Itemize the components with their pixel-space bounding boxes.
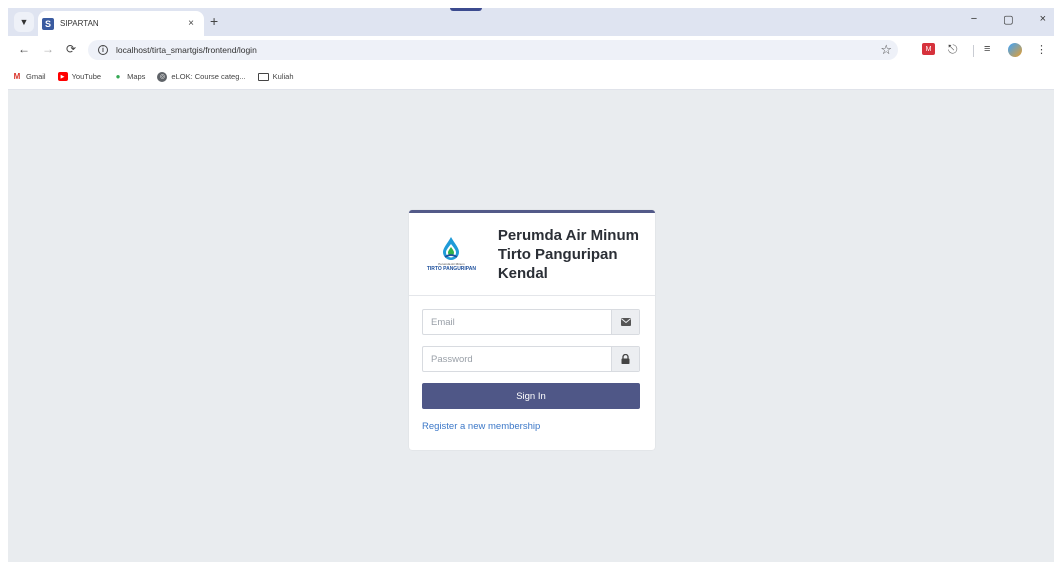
url-text: localhost/tirta_smartgis/frontend/login [116, 45, 257, 55]
company-logo: Perumda Air Minum TIRTO PANGURIPAN [419, 229, 484, 279]
login-card: Perumda Air Minum TIRTO PANGURIPAN Perum… [409, 210, 655, 450]
bookmark-elok[interactable]: ◎ eLOK: Course categ... [157, 71, 246, 82]
bookmark-label: Gmail [26, 72, 46, 81]
tab-search-icon[interactable]: ▼ [14, 12, 34, 32]
browser-toolbar: ← → ⟳ i localhost/tirta_smartgis/fronten… [8, 36, 1054, 64]
extension-icon[interactable]: M [922, 43, 935, 55]
bookmark-maps[interactable]: ● Maps [113, 72, 146, 81]
email-field [422, 309, 640, 335]
browser-window: ▼ S SIPARTAN × + − ▢ × ← → ⟳ i localhost… [8, 8, 1054, 562]
lock-icon [611, 347, 639, 371]
profile-avatar[interactable] [1008, 43, 1022, 57]
reload-icon[interactable]: ⟳ [66, 42, 76, 56]
loading-indicator [450, 8, 482, 11]
envelope-icon [611, 310, 639, 334]
water-drop-icon [443, 237, 460, 260]
tab-strip: ▼ S SIPARTAN × + − ▢ × [8, 8, 1054, 36]
sign-in-button[interactable]: Sign In [422, 383, 640, 409]
extensions-puzzle-icon[interactable]: ⎋ [948, 42, 958, 57]
back-icon[interactable]: ← [18, 42, 30, 56]
close-window-icon[interactable]: × [1040, 13, 1046, 26]
register-link[interactable]: Register a new membership [422, 421, 642, 432]
email-input[interactable] [423, 316, 611, 328]
bookmark-label: Kuliah [272, 72, 294, 81]
password-field [422, 346, 640, 372]
new-tab-button[interactable]: + [210, 13, 218, 29]
reading-list-icon[interactable]: ≡ [984, 43, 990, 55]
minimize-icon[interactable]: − [971, 13, 977, 26]
restore-icon[interactable]: ▢ [1003, 13, 1013, 26]
folder-icon [257, 72, 269, 81]
youtube-icon: ▶ [57, 72, 68, 81]
login-card-header: Perumda Air Minum TIRTO PANGURIPAN Perum… [409, 213, 655, 296]
bookmark-label: eLOK: Course categ... [171, 72, 246, 81]
bookmark-star-icon[interactable]: ☆ [880, 42, 892, 58]
window-controls: − ▢ × [971, 13, 1046, 26]
bookmark-youtube[interactable]: ▶ YouTube [57, 72, 102, 81]
site-info-icon[interactable]: i [98, 45, 108, 55]
maps-icon: ● [115, 72, 121, 81]
forward-icon[interactable]: → [42, 42, 54, 56]
logo-brand: TIRTO PANGURIPAN [426, 266, 476, 272]
address-bar[interactable]: i localhost/tirta_smartgis/frontend/logi… [88, 40, 898, 60]
globe-icon: ◎ [157, 71, 168, 82]
company-name: Perumda Air Minum Tirto Panguripan Kenda… [497, 226, 639, 282]
tab-sipartan[interactable]: S SIPARTAN × [38, 11, 204, 36]
bookmark-label: YouTube [71, 72, 102, 81]
login-form: Sign In Register a new membership [409, 296, 655, 432]
password-input[interactable] [423, 353, 611, 365]
close-tab-icon[interactable]: × [188, 18, 194, 29]
browser-menu-icon[interactable]: ⋮ [1036, 43, 1047, 56]
toolbar-divider [973, 45, 974, 57]
site-favicon-icon: S [42, 17, 54, 30]
tab-title: SIPARTAN [60, 19, 99, 28]
bookmark-kuliah[interactable]: Kuliah [257, 72, 294, 81]
bookmark-label: Maps [127, 72, 146, 81]
bookmark-gmail[interactable]: M Gmail [12, 72, 46, 81]
gmail-icon: M [13, 72, 21, 81]
bookmarks-bar: M Gmail ▶ YouTube ● Maps ◎ eLOK: Course … [8, 64, 1054, 90]
